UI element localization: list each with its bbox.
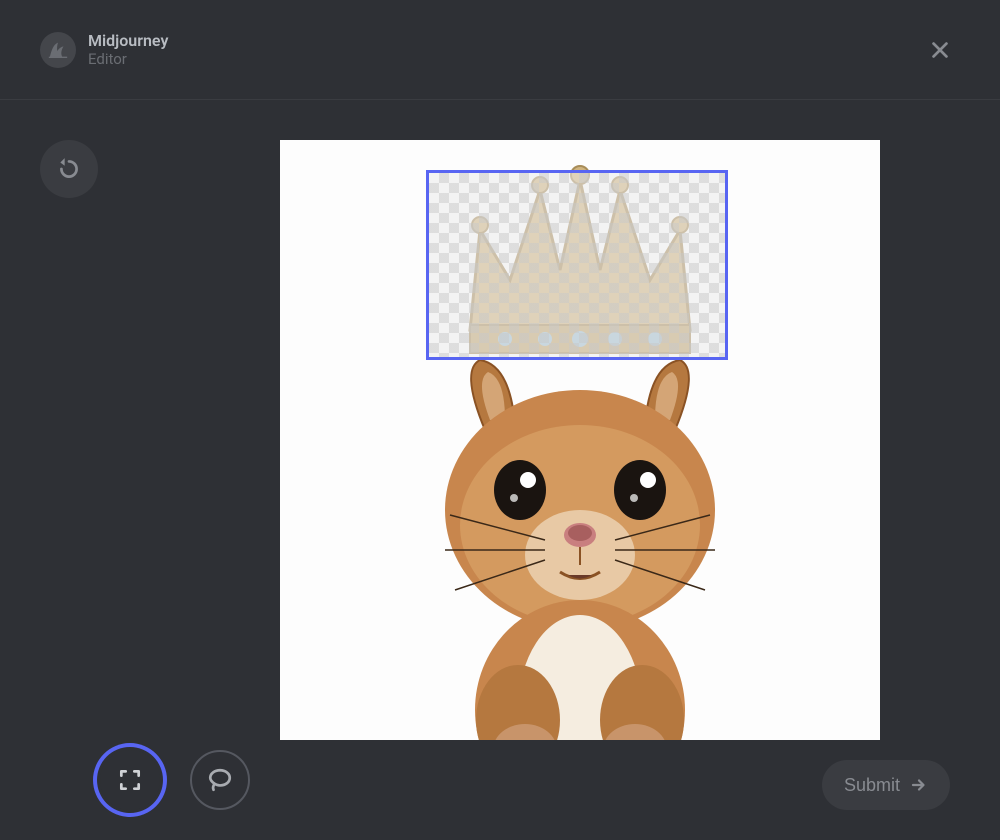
submit-label: Submit	[844, 775, 900, 796]
rectangle-select-icon	[117, 767, 143, 793]
undo-button[interactable]	[40, 140, 98, 198]
lasso-icon	[207, 767, 233, 793]
undo-icon	[56, 156, 82, 182]
close-icon	[929, 39, 951, 61]
midjourney-logo-icon	[40, 32, 76, 68]
app-subtitle: Editor	[88, 50, 168, 68]
arrow-right-icon	[910, 776, 928, 794]
submit-button[interactable]: Submit	[822, 760, 950, 810]
app-title: Midjourney	[88, 31, 168, 50]
squirrel-artwork	[390, 350, 770, 740]
editor-header: Midjourney Editor	[0, 0, 1000, 100]
lasso-tool[interactable]	[190, 750, 250, 810]
selection-rectangle[interactable]	[426, 170, 728, 360]
image-canvas[interactable]	[280, 140, 880, 740]
close-button[interactable]	[920, 30, 960, 70]
logo-text: Midjourney Editor	[88, 31, 168, 68]
canvas-area: Submit	[0, 100, 1000, 840]
logo-section: Midjourney Editor	[40, 31, 168, 68]
rectangle-select-tool[interactable]	[100, 750, 160, 810]
tool-palette	[100, 750, 250, 810]
